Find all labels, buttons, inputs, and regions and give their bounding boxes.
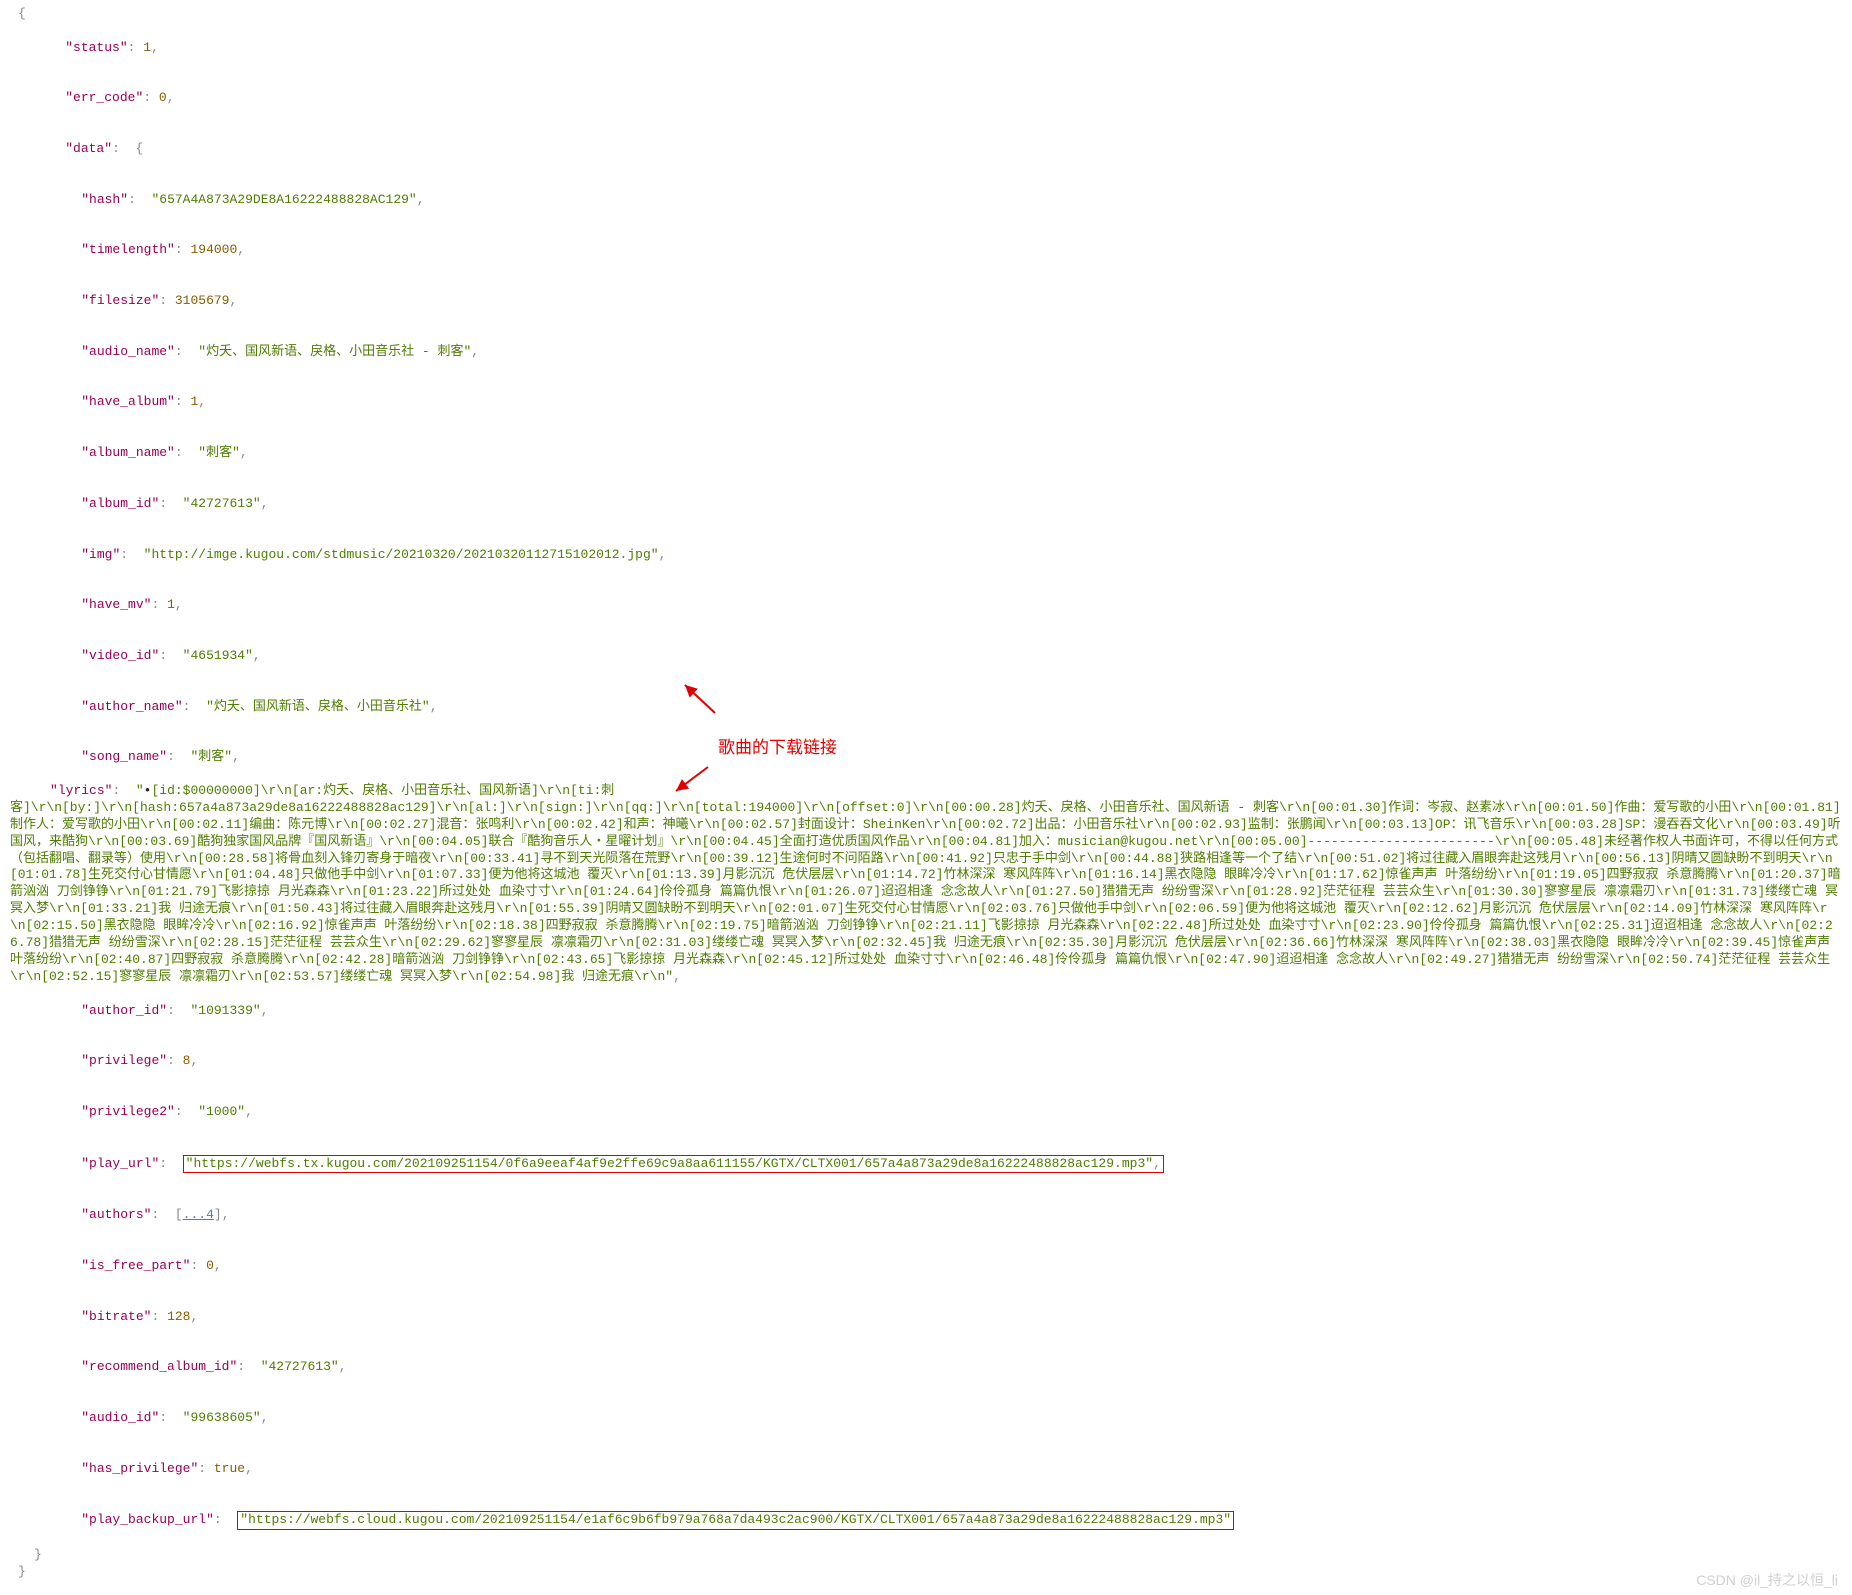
lyrics-rest: 客]\r\n[by:]\r\n[hash:657a4a873a29de8a162… xyxy=(10,800,1841,984)
field-filesize: "filesize": 3105679, xyxy=(10,276,1842,327)
field-authors: "authors": [...4], xyxy=(10,1190,1842,1241)
authors-collapsed-link[interactable]: ...4 xyxy=(183,1207,214,1222)
field-have-mv: "have_mv": 1, xyxy=(10,580,1842,631)
field-status: "status": 1, xyxy=(10,23,1842,74)
field-author-id: "author_id": "1091339", xyxy=(10,986,1842,1037)
field-err-code: "err_code": 0, xyxy=(10,74,1842,125)
field-play-url: "play_url": "https://webfs.tx.kugou.com/… xyxy=(10,1138,1842,1191)
field-video-id: "video_id": "4651934", xyxy=(10,631,1842,682)
field-audio-name: "audio_name": "灼夭、国风新语、戾格、小田音乐社 - 刺客", xyxy=(10,327,1842,378)
field-lyrics: "lyrics": "•[id:$00000000]\r\n[ar:灼夭、戾格、… xyxy=(10,783,1842,986)
json-viewer: { "status": 1, "err_code": 0, "data": { … xyxy=(0,0,1852,1595)
field-data: "data": { xyxy=(10,124,1842,175)
field-album-id: "album_id": "42727613", xyxy=(10,479,1842,530)
field-timelength: "timelength": 194000, xyxy=(10,226,1842,277)
download-backup-url-box: "https://webfs.cloud.kugou.com/202109251… xyxy=(237,1511,1234,1530)
field-have-album: "have_album": 1, xyxy=(10,378,1842,429)
field-album-name: "album_name": "刺客", xyxy=(10,428,1842,479)
field-song-name: "song_name": "刺客", xyxy=(10,732,1842,783)
download-url-box: "https://webfs.tx.kugou.com/202109251154… xyxy=(183,1155,1164,1174)
field-play-backup-url: "play_backup_url": "https://webfs.cloud.… xyxy=(10,1494,1842,1547)
field-recommend-album-id: "recommend_album_id": "42727613", xyxy=(10,1342,1842,1393)
watermark-text: CSDN @il_持之以恒_li xyxy=(1696,1571,1838,1589)
open-brace: { xyxy=(10,6,1842,23)
field-bitrate: "bitrate": 128, xyxy=(10,1292,1842,1343)
close-brace-root: } xyxy=(10,1564,1842,1581)
close-brace-data: } xyxy=(10,1547,1842,1564)
field-img: "img": "http://imge.kugou.com/stdmusic/2… xyxy=(10,530,1842,581)
field-privilege2: "privilege2": "1000", xyxy=(10,1087,1842,1138)
field-is-free-part: "is_free_part": 0, xyxy=(10,1241,1842,1292)
field-hash: "hash": "657A4A873A29DE8A16222488828AC12… xyxy=(10,175,1842,226)
field-has-privilege: "has_privilege": true, xyxy=(10,1444,1842,1495)
lyrics-head: [id:$00000000]\r\n[ar:灼夭、戾格、小田音乐社、国风新语]\… xyxy=(151,783,614,798)
field-audio-id: "audio_id": "99638605", xyxy=(10,1393,1842,1444)
field-privilege: "privilege": 8, xyxy=(10,1036,1842,1087)
field-author-name: "author_name": "灼夭、国风新语、戾格、小田音乐社", xyxy=(10,682,1842,733)
